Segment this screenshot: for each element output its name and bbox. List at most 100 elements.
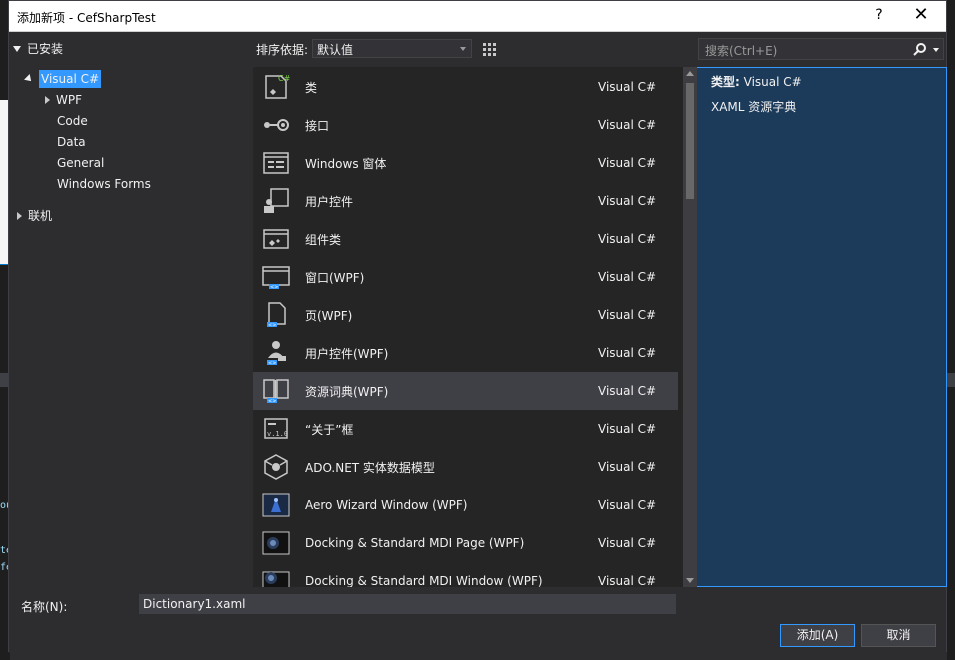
template-row[interactable]: ADO.NET 实体数据模型 Visual C#: [253, 448, 678, 486]
template-language: Visual C#: [598, 118, 657, 132]
template-name: Docking & Standard MDI Window (WPF): [305, 574, 543, 587]
expanded-icon[interactable]: [24, 74, 34, 84]
template-row[interactable]: <> 用户控件(WPF) Visual C#: [253, 334, 678, 372]
installed-label: 已安装: [27, 42, 64, 56]
window-title: 添加新项 - CefSharpTest: [17, 11, 156, 25]
svg-text:<>: <>: [270, 285, 278, 291]
resource-dictionary-icon: <>: [261, 376, 291, 406]
template-name: 资源词典(WPF): [305, 384, 389, 399]
tree-item-label: Windows Forms: [57, 177, 151, 191]
background-bar: [947, 373, 955, 387]
template-row[interactable]: Docking & Standard MDI Window (WPF) Visu…: [253, 562, 678, 587]
windows-form-icon: [261, 148, 291, 178]
svg-text:C#: C#: [278, 74, 291, 83]
tree-item-label: Data: [57, 135, 86, 149]
tree-item-label: WPF: [56, 93, 83, 107]
search-box[interactable]: 搜索(Ctrl+E): [698, 38, 944, 60]
tree-item-label: Code: [57, 114, 88, 128]
svg-text:v.1.0: v.1.0: [267, 430, 288, 438]
cancel-button[interactable]: 取消: [861, 624, 936, 647]
template-language: Visual C#: [598, 346, 657, 360]
template-language: Visual C#: [598, 460, 657, 474]
sort-value: 默认值: [317, 43, 354, 57]
tree-item-data[interactable]: Data: [57, 133, 86, 151]
wpf-page-icon: <>: [261, 300, 291, 330]
template-row[interactable]: Docking & Standard MDI Page (WPF) Visual…: [253, 524, 678, 562]
expand-icon[interactable]: [45, 96, 50, 104]
template-language: Visual C#: [598, 156, 657, 170]
template-name: 类: [305, 80, 318, 95]
scroll-down-icon[interactable]: [686, 578, 694, 583]
template-row[interactable]: 用户控件 Visual C#: [253, 182, 678, 220]
search-icon[interactable]: [913, 42, 927, 56]
template-row[interactable]: v.1.0 “关于”框 Visual C#: [253, 410, 678, 448]
tree-item-windows-forms[interactable]: Windows Forms: [57, 175, 151, 193]
chevron-down-icon: [460, 47, 466, 51]
svg-text:<>: <>: [268, 323, 276, 329]
template-row[interactable]: C# 类 Visual C#: [253, 68, 678, 106]
template-language: Visual C#: [598, 498, 657, 512]
close-button[interactable]: ✕: [906, 4, 936, 28]
template-name: 窗口(WPF): [305, 270, 365, 285]
tree-item-visual-csharp[interactable]: Visual C#: [24, 70, 102, 88]
title-bar: 添加新项 - CefSharpTest ? ✕: [9, 1, 946, 32]
expand-icon[interactable]: [17, 212, 22, 220]
tree-item-label: General: [57, 156, 105, 170]
add-button[interactable]: 添加(A): [780, 624, 855, 647]
template-name: Windows 窗体: [305, 156, 387, 171]
type-value: Visual C#: [743, 75, 802, 89]
tree-item-label: Visual C#: [39, 70, 102, 88]
installed-header[interactable]: 已安装: [13, 40, 63, 57]
type-row: 类型: Visual C#: [711, 73, 802, 90]
template-row-selected[interactable]: <> 资源词典(WPF) Visual C#: [253, 372, 678, 410]
bottom-bar: 名称(N): 添加(A) 取消: [9, 588, 946, 653]
category-tree: 已安装 Visual C# WPF Code Data General Wind…: [9, 33, 249, 588]
template-name: “关于”框: [305, 422, 354, 437]
template-name: 接口: [305, 118, 330, 133]
search-placeholder: 搜索(Ctrl+E): [705, 44, 778, 58]
template-list-scrollbar[interactable]: [683, 67, 697, 587]
tree-item-label: 联机: [28, 209, 53, 223]
tree-item-code[interactable]: Code: [57, 112, 88, 130]
sort-dropdown[interactable]: 默认值: [312, 39, 472, 58]
template-name: 页(WPF): [305, 308, 353, 323]
type-label: 类型:: [711, 75, 740, 89]
name-input[interactable]: [139, 594, 676, 614]
template-name: 用户控件: [305, 194, 354, 209]
template-row[interactable]: <> 窗口(WPF) Visual C#: [253, 258, 678, 296]
template-name: 组件类: [305, 232, 342, 247]
template-description: XAML 资源字典: [711, 100, 797, 114]
template-row[interactable]: <> 页(WPF) Visual C#: [253, 296, 678, 334]
tree-item-general[interactable]: General: [57, 154, 104, 172]
template-language: Visual C#: [598, 574, 657, 587]
template-language: Visual C#: [598, 270, 657, 284]
search-options-icon[interactable]: [933, 48, 939, 52]
docking-window-icon: [261, 566, 291, 587]
tree-item-wpf[interactable]: WPF: [45, 91, 82, 109]
about-box-icon: v.1.0: [261, 414, 291, 444]
aero-wizard-icon: [261, 490, 291, 520]
help-button[interactable]: ?: [864, 7, 894, 27]
scroll-up-icon[interactable]: [686, 71, 694, 76]
grid-view-icon: [483, 43, 496, 56]
name-label: 名称(N):: [21, 600, 68, 614]
template-row[interactable]: 组件类 Visual C#: [253, 220, 678, 258]
template-name: 用户控件(WPF): [305, 346, 389, 361]
grid-view-button[interactable]: [479, 39, 499, 59]
docking-page-icon: [261, 528, 291, 558]
wpf-user-control-icon: <>: [261, 338, 291, 368]
user-control-icon: [261, 186, 291, 216]
template-language: Visual C#: [598, 80, 657, 94]
template-row[interactable]: Windows 窗体 Visual C#: [253, 144, 678, 182]
template-name: Aero Wizard Window (WPF): [305, 498, 468, 512]
template-language: Visual C#: [598, 194, 657, 208]
tree-item-online[interactable]: 联机: [17, 207, 52, 225]
template-row[interactable]: 接口 Visual C#: [253, 106, 678, 144]
template-row[interactable]: Aero Wizard Window (WPF) Visual C#: [253, 486, 678, 524]
collapse-icon[interactable]: [13, 45, 21, 52]
sort-label: 排序依据:: [256, 43, 309, 57]
svg-text:<>: <>: [268, 361, 276, 367]
scrollbar-thumb[interactable]: [686, 83, 694, 199]
template-language: Visual C#: [598, 536, 657, 550]
background-ide-right: [947, 0, 955, 660]
